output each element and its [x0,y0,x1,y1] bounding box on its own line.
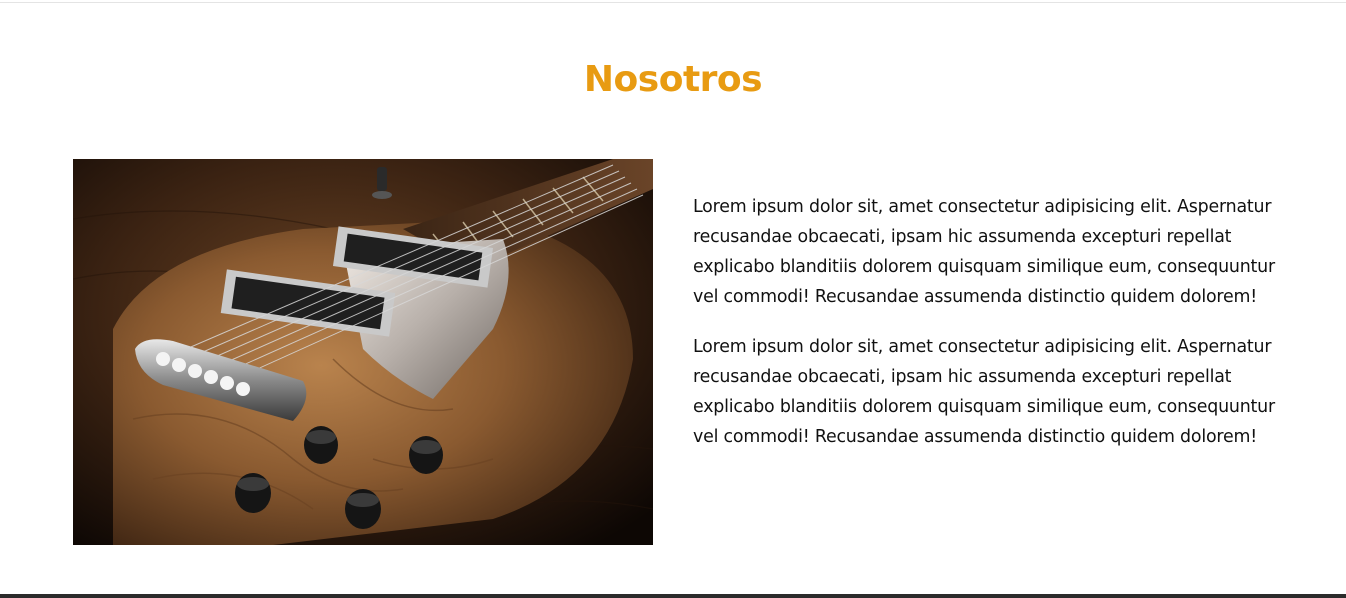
section-title: Nosotros [583,59,763,100]
header-divider [0,2,1346,3]
guitar-image [73,159,653,545]
about-paragraph: Lorem ipsum dolor sit, amet consectetur … [693,197,1275,307]
about-paragraph: Lorem ipsum dolor sit, amet consectetur … [693,337,1275,447]
footer-top-border [0,594,1346,598]
about-text: Lorem ipsum dolor sit, amet consectetur … [693,192,1283,472]
